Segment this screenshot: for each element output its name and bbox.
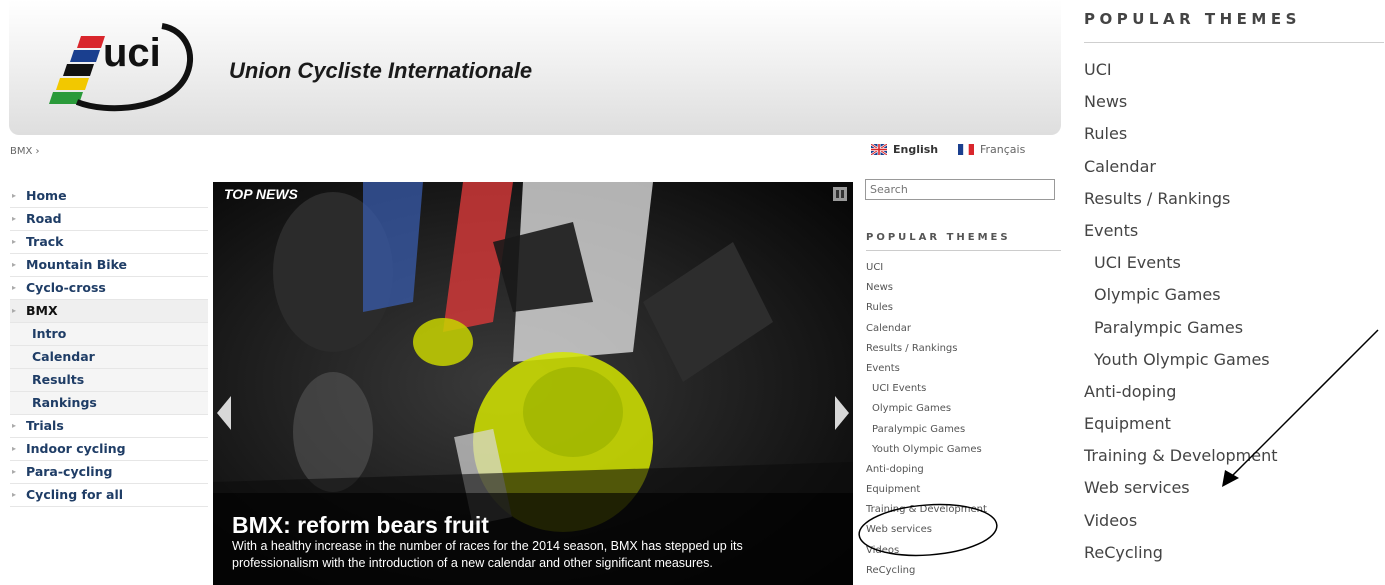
zoomed-theme-link-calendar[interactable]: Calendar [1084, 152, 1278, 184]
zoomed-popular-themes-divider [1084, 42, 1384, 43]
nav-item-label: BMX [26, 303, 58, 318]
theme-link-recycling[interactable]: ReCycling [866, 561, 987, 581]
nav-arrow-icon: ▸ [12, 214, 17, 223]
nav-arrow-icon: ▸ [12, 490, 17, 499]
nav-item-mountain-bike[interactable]: ▸ Mountain Bike [10, 254, 208, 277]
nav-arrow-icon: ▸ [12, 421, 17, 430]
nav-item-label: Para-cycling [26, 464, 113, 479]
nav-arrow-icon: ▸ [12, 306, 17, 315]
zoomed-popular-themes-title: POPULAR THEMES [1084, 10, 1301, 28]
zoomed-theme-link-web-services[interactable]: Web services [1084, 473, 1278, 505]
zoomed-theme-link-recycling[interactable]: ReCycling [1084, 538, 1278, 570]
theme-link-anti-doping[interactable]: Anti-doping [866, 460, 987, 480]
theme-link-equipment[interactable]: Equipment [866, 480, 987, 500]
nav-arrow-icon: ▸ [12, 237, 17, 246]
zoomed-theme-link-youth-olympic-games[interactable]: Youth Olympic Games [1084, 345, 1278, 377]
nav-item-trials[interactable]: ▸ Trials [10, 415, 208, 438]
theme-link-uci[interactable]: UCI [866, 258, 987, 278]
nav-arrow-icon: ▸ [12, 260, 17, 269]
nav-item-label: Calendar [32, 349, 95, 364]
nav-item-label: Track [26, 234, 64, 249]
language-french[interactable]: Français [958, 143, 1025, 156]
nav-item-label: Cycling for all [26, 487, 124, 502]
arrow-right-icon[interactable] [835, 396, 849, 430]
theme-link-events[interactable]: Events [866, 359, 987, 379]
slide-headline[interactable]: BMX: reform bears fruit [232, 512, 489, 539]
slide-summary: With a healthy increase in the number of… [232, 539, 743, 570]
language-english-label: English [893, 143, 939, 156]
nav-item-road[interactable]: ▸ Road [10, 208, 208, 231]
theme-link-news[interactable]: News [866, 278, 987, 298]
nav-item-home[interactable]: ▸ Home [10, 185, 208, 208]
nav-item-cyclo-cross[interactable]: ▸ Cyclo-cross [10, 277, 208, 300]
slide-caption[interactable]: BMX: reform bears fruit With a healthy i… [213, 493, 853, 585]
nav-item-label: Cyclo-cross [26, 280, 106, 295]
nav-item-label: Indoor cycling [26, 441, 126, 456]
zoomed-theme-link-news[interactable]: News [1084, 87, 1278, 119]
nav-item-label: Road [26, 211, 62, 226]
zoomed-theme-link-videos[interactable]: Videos [1084, 506, 1278, 538]
zoomed-theme-link-equipment[interactable]: Equipment [1084, 409, 1278, 441]
french-flag-icon [958, 144, 974, 155]
search-input[interactable] [865, 179, 1055, 200]
nav-item-label: Results [32, 372, 85, 387]
nav-arrow-icon: ▸ [12, 444, 17, 453]
popular-themes-list: UCI News Rules Calendar Results / Rankings Ev… [866, 258, 987, 581]
left-navigation: ▸ Home ▸ Road ▸ Track ▸ Mountain Bike ▸ Cyclo-cro… [10, 185, 208, 507]
theme-link-web-services[interactable]: Web services [866, 520, 987, 540]
popular-themes-title: POPULAR THEMES [866, 232, 1011, 243]
top-news-slideshow[interactable]: TOP NEWS BMX: reform bears fruit With a … [213, 182, 853, 585]
nav-item-para-cycling[interactable]: ▸ Para-cycling [10, 461, 208, 484]
zoomed-theme-link-paralympic-games[interactable]: Paralympic Games [1084, 313, 1278, 345]
zoomed-theme-link-uci[interactable]: UCI [1084, 55, 1278, 87]
top-news-label: TOP NEWS [224, 186, 298, 202]
nav-item-rankings[interactable]: Rankings [10, 392, 208, 415]
zoomed-theme-link-events[interactable]: Events [1084, 216, 1278, 248]
nav-item-label: Home [26, 188, 67, 203]
theme-link-training-development[interactable]: Training & Development [866, 500, 987, 520]
nav-arrow-icon: ▸ [12, 467, 17, 476]
nav-item-results[interactable]: Results [10, 369, 208, 392]
theme-link-youth-olympic-games[interactable]: Youth Olympic Games [866, 440, 987, 460]
site-header: uci Union Cycliste Internationale [9, 0, 1061, 135]
org-name: Union Cycliste Internationale [229, 58, 533, 83]
uk-flag-icon [871, 144, 887, 155]
zoomed-theme-link-uci-events[interactable]: UCI Events [1084, 248, 1278, 280]
arrow-left-icon[interactable] [217, 396, 231, 430]
nav-item-indoor-cycling[interactable]: ▸ Indoor cycling [10, 438, 208, 461]
uci-logo[interactable]: uci [37, 18, 207, 118]
zoomed-theme-link-olympic-games[interactable]: Olympic Games [1084, 280, 1278, 312]
nav-item-label: Intro [32, 326, 67, 341]
nav-item-calendar[interactable]: Calendar [10, 346, 208, 369]
nav-item-bmx[interactable]: ▸ BMX [10, 300, 208, 323]
breadcrumb[interactable]: BMX › [10, 146, 40, 157]
nav-item-track[interactable]: ▸ Track [10, 231, 208, 254]
nav-item-cycling-for-all[interactable]: ▸ Cycling for all [10, 484, 208, 507]
theme-link-videos[interactable]: Videos [866, 541, 987, 561]
nav-item-label: Rankings [32, 395, 97, 410]
theme-link-calendar[interactable]: Calendar [866, 319, 987, 339]
nav-item-label: Mountain Bike [26, 257, 128, 272]
nav-arrow-icon: ▸ [12, 191, 17, 200]
theme-link-results-rankings[interactable]: Results / Rankings [866, 339, 987, 359]
nav-item-label: Trials [26, 418, 64, 433]
nav-arrow-icon: ▸ [12, 283, 17, 292]
zoomed-theme-link-results-rankings[interactable]: Results / Rankings [1084, 184, 1278, 216]
theme-link-rules[interactable]: Rules [866, 298, 987, 318]
language-french-label: Français [980, 143, 1026, 156]
zoomed-theme-link-rules[interactable]: Rules [1084, 119, 1278, 151]
logo-wordmark: uci [103, 31, 161, 75]
theme-link-paralympic-games[interactable]: Paralympic Games [866, 420, 987, 440]
zoomed-theme-link-training-development[interactable]: Training & Development [1084, 441, 1278, 473]
popular-themes-divider [866, 250, 1061, 251]
language-english[interactable]: English [871, 143, 938, 156]
theme-link-uci-events[interactable]: UCI Events [866, 379, 987, 399]
pause-icon[interactable] [833, 187, 847, 201]
nav-item-intro[interactable]: Intro [10, 323, 208, 346]
zoomed-popular-themes-list: UCI News Rules Calendar Results / Rankings Ev… [1084, 55, 1278, 570]
zoomed-theme-link-anti-doping[interactable]: Anti-doping [1084, 377, 1278, 409]
theme-link-olympic-games[interactable]: Olympic Games [866, 399, 987, 419]
